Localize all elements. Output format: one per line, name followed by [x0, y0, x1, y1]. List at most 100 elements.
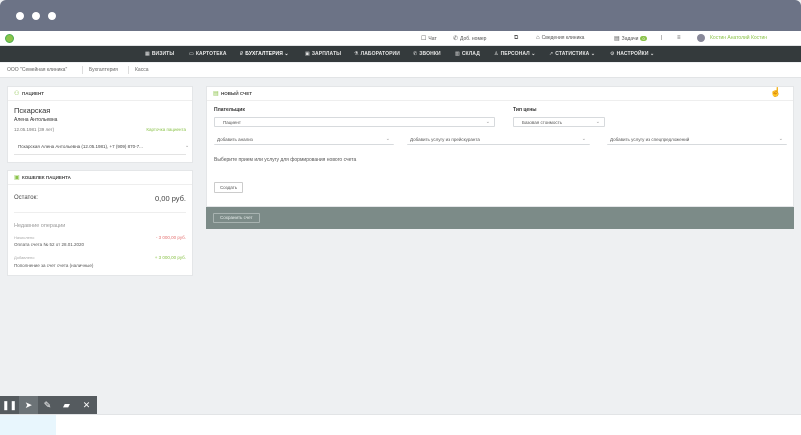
wallet-icon: ▣: [14, 175, 20, 181]
top-bar: ☐ Чат ✆ Доб. номер ⧉ ⌂ Сведения клиника ▤ За…: [0, 31, 801, 46]
chevron-down-icon: ⌄: [595, 119, 600, 125]
main-nav: ▦ ВИЗИТЫ ▭ КАРТОТЕКА ₽ БУХГАЛТЕРИЯ ⌄ ▣ ЗАРПЛ…: [0, 46, 801, 62]
nav-item-warehouse[interactable]: ▥ СКЛАД: [455, 51, 480, 57]
breadcrumb-org[interactable]: ООО "Семейная клиника": [7, 67, 67, 73]
user-name[interactable]: Костин Анатолий Костин: [710, 35, 767, 41]
payer-select[interactable]: Пациент ⌄: [214, 117, 495, 127]
window-dot-close[interactable]: [16, 12, 24, 20]
nav-item-salaries[interactable]: ▣ ЗАРПЛАТЫ: [305, 51, 341, 57]
chevron-down-icon: ⌄: [485, 119, 490, 125]
chat-icon: ☐: [421, 36, 427, 42]
wallet-icon: ▣: [305, 51, 310, 57]
box-icon: ▥: [455, 51, 460, 57]
pause-icon[interactable]: ❚❚: [0, 396, 19, 414]
invoice-icon: ▤: [213, 91, 219, 97]
chevron-down-icon: ⌄: [648, 51, 655, 57]
patient-card-link[interactable]: Карточка пациента: [146, 127, 186, 132]
highlighter-icon[interactable]: ▰: [57, 396, 76, 414]
tasks-badge: 0: [640, 36, 647, 41]
chart-icon: ↗: [549, 51, 554, 57]
help-pointer-icon[interactable]: ☝: [770, 87, 781, 98]
invoice-footer-bar: Сохранить счет: [206, 207, 794, 229]
tasks-icon: ▤: [614, 36, 620, 42]
op-amount: + 3 000,00 руб.: [154, 255, 186, 260]
person-icon: ♙: [494, 51, 499, 57]
phone-icon: ✆: [453, 36, 459, 42]
op-desc: Пополнение за счет счета (наличные): [14, 263, 94, 268]
patient-name: Алена Антольевна: [14, 117, 58, 123]
nav-item-stats[interactable]: ↗ СТАТИСТИКА ⌄: [549, 51, 595, 57]
patient-surname: Пскарская: [14, 106, 51, 115]
op-type: Начислено: [14, 235, 35, 240]
chevron-down-icon: ⌄: [778, 136, 783, 142]
divider: [14, 212, 186, 213]
new-invoice-card: ▤ НОВЫЙ СЧЕТ ☝ Плательщик Пациент ⌄ Тип …: [206, 86, 794, 207]
cursor-icon[interactable]: ➤: [19, 396, 38, 414]
window-titlebar: [0, 0, 801, 31]
pen-icon[interactable]: ✎: [38, 396, 57, 414]
patient-card: ⚇ ПАЦИЕНТ Пскарская Алена Антольевна 12.…: [7, 86, 193, 163]
price-type-label: Тип цены: [513, 107, 537, 113]
user-icon: ⚇: [14, 91, 20, 97]
create-button[interactable]: Создать: [214, 182, 243, 193]
nav-item-calls[interactable]: ✆ ЗВОНКИ: [413, 51, 441, 57]
chevron-down-icon[interactable]: ⌄: [185, 143, 189, 149]
close-icon[interactable]: ✕: [77, 396, 96, 414]
nav-item-labs[interactable]: ⚗ ЛАБОРАТОРИИ: [354, 51, 400, 57]
gear-icon: ⚙: [610, 51, 615, 57]
bottom-highlight: [0, 415, 56, 435]
external-link-icon[interactable]: ⧉: [514, 35, 520, 42]
nav-item-cards[interactable]: ▭ КАРТОТЕКА: [189, 51, 227, 57]
window-dot-minimize[interactable]: [32, 12, 40, 20]
add-number-link[interactable]: ✆ Доб. номер: [453, 35, 486, 42]
breadcrumb-divider: [82, 66, 83, 74]
breadcrumb-page: Касса: [135, 67, 149, 73]
payer-label: Плательщик: [214, 107, 245, 113]
op-desc: Оплата счета № 52 от 28.01.2020: [14, 242, 84, 247]
op-type: Добавлено: [14, 255, 35, 260]
patient-selector[interactable]: Пскарская Алена Антольевна (12.05.1981),…: [18, 144, 143, 149]
avatar[interactable]: [697, 34, 705, 42]
op-amount: - 3 000,00 руб.: [155, 235, 186, 240]
patient-card-header: ⚇ ПАЦИЕНТ: [8, 87, 192, 101]
calendar-icon: ▦: [145, 51, 150, 57]
flask-icon: ⚗: [354, 51, 359, 57]
balance-value: 0,00 руб.: [155, 194, 186, 203]
breadcrumb: ООО "Семейная клиника" Бухгалтерия Касса: [0, 63, 801, 78]
nav-item-staff[interactable]: ♙ ПЕРСОНАЛ ⌄: [494, 51, 535, 57]
selector-underline: [14, 154, 186, 155]
invoice-card-header: ▤ НОВЫЙ СЧЕТ: [207, 87, 793, 101]
menu-icon[interactable]: ≡: [677, 35, 683, 41]
balance-label: Остаток:: [14, 195, 38, 201]
ruble-icon: ₽: [240, 51, 244, 57]
price-type-select[interactable]: Базовая стоимость ⌄: [513, 117, 605, 127]
save-invoice-button[interactable]: Сохранить счет: [213, 213, 260, 223]
add-analysis-select[interactable]: Добавить анализ ⌄: [214, 135, 394, 145]
window-dot-maximize[interactable]: [48, 12, 56, 20]
clinic-icon: ⌂: [536, 35, 540, 41]
nav-item-visits[interactable]: ▦ ВИЗИТЫ: [145, 51, 174, 57]
breadcrumb-section[interactable]: Бухгалтерия: [89, 67, 118, 73]
nav-item-settings[interactable]: ⚙ НАСТРОЙКИ ⌄: [610, 51, 654, 57]
phone-icon: ✆: [413, 51, 418, 57]
wallet-card-header: ▣ КОШЕЛЕК ПАЦИЕНТА: [8, 171, 192, 185]
breadcrumb-divider: [128, 66, 129, 74]
chevron-down-icon: ⌄: [581, 136, 586, 142]
wallet-card: ▣ КОШЕЛЕК ПАЦИЕНТА Остаток: 0,00 руб. Не…: [7, 170, 193, 276]
invoice-hint: Выберите прием или услугу для формирован…: [214, 157, 357, 163]
app-logo-icon[interactable]: [5, 34, 14, 43]
recent-ops-title: Недавние операции: [14, 223, 66, 229]
nav-item-accounting[interactable]: ₽ БУХГАЛТЕРИЯ ⌄: [240, 51, 289, 57]
chevron-down-icon: ⌄: [385, 136, 390, 142]
card-icon: ▭: [189, 51, 194, 57]
patient-birthdate: 12.05.1981 (39 лет): [14, 127, 55, 132]
divider-icon: |: [661, 35, 663, 41]
chevron-down-icon: ⌄: [589, 51, 596, 57]
annotation-toolbar: ❚❚ ➤ ✎ ▰ ✕: [0, 396, 97, 414]
chat-link[interactable]: ☐ Чат: [421, 35, 437, 42]
tasks-link[interactable]: ▤ Задачи 0: [614, 35, 647, 42]
add-service-price-select[interactable]: Добавить услугу из прейскуранта ⌄: [407, 135, 590, 145]
add-service-special-select[interactable]: Добавить услугу из спецпредложений ⌄: [607, 135, 787, 145]
chevron-down-icon: ⌄: [282, 51, 289, 57]
client-info-link[interactable]: ⌂ Сведения клиника: [536, 35, 584, 41]
